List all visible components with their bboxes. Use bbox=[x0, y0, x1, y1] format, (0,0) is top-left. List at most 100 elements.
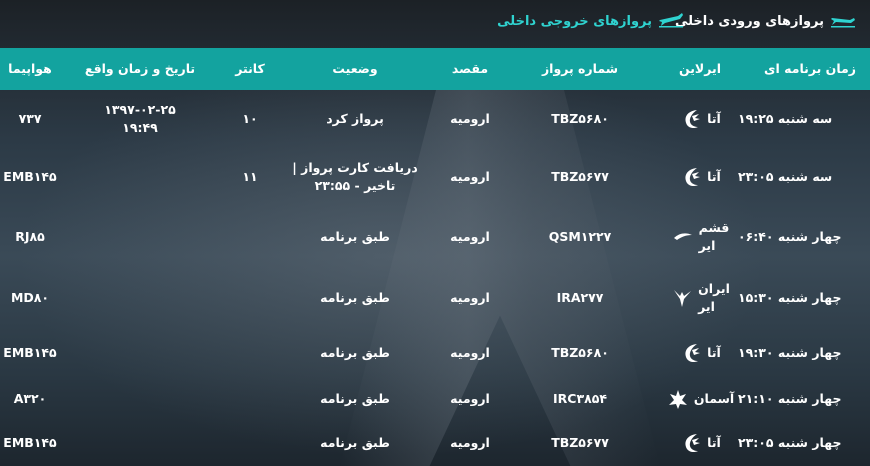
airline-badge: آتا bbox=[679, 342, 721, 364]
status-cell: طبق برنامه bbox=[280, 328, 430, 378]
ata-logo-icon bbox=[679, 108, 703, 130]
status-text: طبق برنامه bbox=[320, 345, 390, 360]
flight-number: TBZ۵۶۸۰ bbox=[551, 111, 609, 126]
scheduled-time-cell: سه شنبه ۲۳:۰۵ bbox=[738, 148, 870, 206]
counter-cell bbox=[220, 378, 280, 420]
airline-name: آتا bbox=[707, 111, 721, 126]
actual-time-cell bbox=[60, 420, 220, 466]
destination-cell: ارومیه bbox=[430, 378, 510, 420]
scheduled-time-cell: چهار شنبه ۲۱:۱۰ bbox=[738, 378, 870, 420]
status-cell: طبق برنامه bbox=[280, 206, 430, 268]
actual-time-cell bbox=[60, 268, 220, 328]
flight-number-cell: IRA۲۷۷ bbox=[510, 268, 650, 328]
iran-air-logo-icon bbox=[670, 287, 694, 309]
status-text: طبق برنامه bbox=[320, 435, 390, 450]
flight-row[interactable]: چهار شنبه ۱۵:۳۰ ایران ایر IRA۲۷۷ ارومیه طبق ب… bbox=[0, 268, 870, 328]
status-cell: پرواز کرد bbox=[280, 90, 430, 148]
actual-time-cell: ۱۳۹۷-۰۲-۲۵ ۱۹:۴۹ bbox=[60, 90, 220, 148]
destination-cell: ارومیه bbox=[430, 268, 510, 328]
status-cell: دریافت کارت پرواز | تاخیر - ۲۳:۵۵ bbox=[280, 148, 430, 206]
destination: ارومیه bbox=[450, 169, 490, 184]
column-destination[interactable]: مقصد bbox=[430, 48, 510, 90]
status-cell: طبق برنامه bbox=[280, 420, 430, 466]
airline-name: آتا bbox=[707, 169, 721, 184]
scheduled-time: سه شنبه ۱۹:۲۵ bbox=[738, 111, 833, 126]
ata-logo-icon bbox=[679, 342, 703, 364]
tab-domestic-departures[interactable]: پروازهای خروجی داخلی bbox=[497, 10, 684, 32]
flight-number: IRC۳۸۵۴ bbox=[553, 391, 607, 406]
aircraft-cell: EMB۱۴۵ bbox=[0, 420, 60, 466]
airline-badge: آسمان bbox=[666, 388, 734, 410]
flight-row[interactable]: چهار شنبه ۲۱:۱۰ آسمان IRC۳۸۵۴ ارومیه طبق برن… bbox=[0, 378, 870, 420]
aircraft-cell: EMB۱۴۵ bbox=[0, 328, 60, 378]
destination: ارومیه bbox=[450, 391, 490, 406]
destination-cell: ارومیه bbox=[430, 328, 510, 378]
status-cell: طبق برنامه bbox=[280, 378, 430, 420]
flight-row[interactable]: چهار شنبه ۲۳:۰۵ آتا TBZ۵۶۷۷ ارومیه طبق برنام… bbox=[0, 420, 870, 466]
aircraft-type: EMB۱۴۵ bbox=[3, 345, 57, 360]
scheduled-time: چهار شنبه ۱۵:۳۰ bbox=[738, 290, 842, 305]
counter-cell bbox=[220, 268, 280, 328]
aircraft-cell: EMB۱۴۵ bbox=[0, 148, 60, 206]
scheduled-time-cell: چهار شنبه ۰۶:۴۰ bbox=[738, 206, 870, 268]
scheduled-time-cell: چهار شنبه ۱۹:۳۰ bbox=[738, 328, 870, 378]
flight-number-cell: IRC۳۸۵۴ bbox=[510, 378, 650, 420]
tab-bar: پروازهای ورودی داخلی پروازهای خروجی داخل… bbox=[0, 0, 870, 48]
column-counter[interactable]: کانتر bbox=[220, 48, 280, 90]
tab-domestic-arrivals[interactable]: پروازهای ورودی داخلی bbox=[675, 10, 856, 32]
destination-cell: ارومیه bbox=[430, 148, 510, 206]
flight-row[interactable]: چهار شنبه ۰۶:۴۰ قشم ایر QSM۱۲۲۷ ارومیه طبق بر… bbox=[0, 206, 870, 268]
tab-domestic-arrivals-label: پروازهای ورودی داخلی bbox=[674, 13, 824, 29]
counter-cell: ۱۰ bbox=[220, 90, 280, 148]
status-text: طبق برنامه bbox=[320, 229, 390, 244]
column-actual-time[interactable]: تاریخ و زمان واقع bbox=[60, 48, 220, 90]
airline-cell: ایران ایر bbox=[650, 268, 750, 328]
flight-number: TBZ۵۶۷۷ bbox=[551, 169, 609, 184]
airline-name: ایران bbox=[698, 281, 730, 296]
ata-logo-icon bbox=[679, 432, 703, 454]
airline-cell: آتا bbox=[650, 420, 750, 466]
column-airline[interactable]: ایرلاین bbox=[650, 48, 750, 90]
aircraft-type: A۳۲۰ bbox=[13, 391, 47, 406]
airline-cell: آتا bbox=[650, 148, 750, 206]
destination: ارومیه bbox=[450, 345, 490, 360]
counter-cell bbox=[220, 206, 280, 268]
tab-domestic-departures-label: پروازهای خروجی داخلی bbox=[497, 13, 652, 29]
actual-time-cell bbox=[60, 328, 220, 378]
scheduled-time: چهار شنبه ۰۶:۴۰ bbox=[738, 229, 842, 244]
status-text: طبق برنامه bbox=[320, 391, 390, 406]
flight-number-cell: QSM۱۲۲۷ bbox=[510, 206, 650, 268]
flight-number-cell: TBZ۵۶۸۰ bbox=[510, 328, 650, 378]
counter-cell bbox=[220, 328, 280, 378]
flight-row[interactable]: سه شنبه ۱۹:۲۵ آتا TBZ۵۶۸۰ ارومیه پرواز کرد ۱۰… bbox=[0, 90, 870, 148]
status-text: دریافت کارت پرواز | bbox=[292, 160, 418, 175]
flight-row[interactable]: چهار شنبه ۱۹:۳۰ آتا TBZ۵۶۸۰ ارومیه طبق برنام… bbox=[0, 328, 870, 378]
ata-logo-icon bbox=[679, 166, 703, 188]
flight-number: TBZ۵۶۷۷ bbox=[551, 435, 609, 450]
airline-cell: قشم ایر bbox=[650, 206, 750, 268]
airline-name: آتا bbox=[707, 345, 721, 360]
column-status[interactable]: وضعیت bbox=[280, 48, 430, 90]
flight-number: TBZ۵۶۸۰ bbox=[551, 345, 609, 360]
scheduled-time-cell: چهار شنبه ۲۳:۰۵ bbox=[738, 420, 870, 466]
counter-number: ۱۰ bbox=[242, 111, 258, 126]
aircraft-type: MD۸۰ bbox=[10, 290, 50, 305]
airline-name: قشم bbox=[698, 220, 730, 235]
destination-cell: ارومیه bbox=[430, 420, 510, 466]
airline-cell: آتا bbox=[650, 90, 750, 148]
scheduled-time: چهار شنبه ۱۹:۳۰ bbox=[738, 345, 842, 360]
flight-number: IRA۲۷۷ bbox=[556, 290, 604, 305]
actual-time: ۱۹:۴۹ bbox=[122, 120, 158, 135]
flight-number-cell: TBZ۵۶۸۰ bbox=[510, 90, 650, 148]
aircraft-type: EMB۱۴۵ bbox=[3, 435, 57, 450]
actual-date: ۱۳۹۷-۰۲-۲۵ bbox=[104, 102, 176, 117]
counter-number: ۱۱ bbox=[242, 169, 258, 184]
column-scheduled-time[interactable]: زمان برنامه ای bbox=[750, 48, 870, 90]
flight-row[interactable]: سه شنبه ۲۳:۰۵ آتا TBZ۵۶۷۷ ارومیه دریافت کارت… bbox=[0, 148, 870, 206]
destination: ارومیه bbox=[450, 435, 490, 450]
aircraft-type: ۷۳۷ bbox=[18, 111, 42, 126]
aseman-logo-icon bbox=[666, 388, 690, 410]
column-flight-number[interactable]: شماره پرواز bbox=[510, 48, 650, 90]
airline-cell: آسمان bbox=[650, 378, 750, 420]
column-aircraft[interactable]: هواپیما bbox=[0, 48, 60, 90]
